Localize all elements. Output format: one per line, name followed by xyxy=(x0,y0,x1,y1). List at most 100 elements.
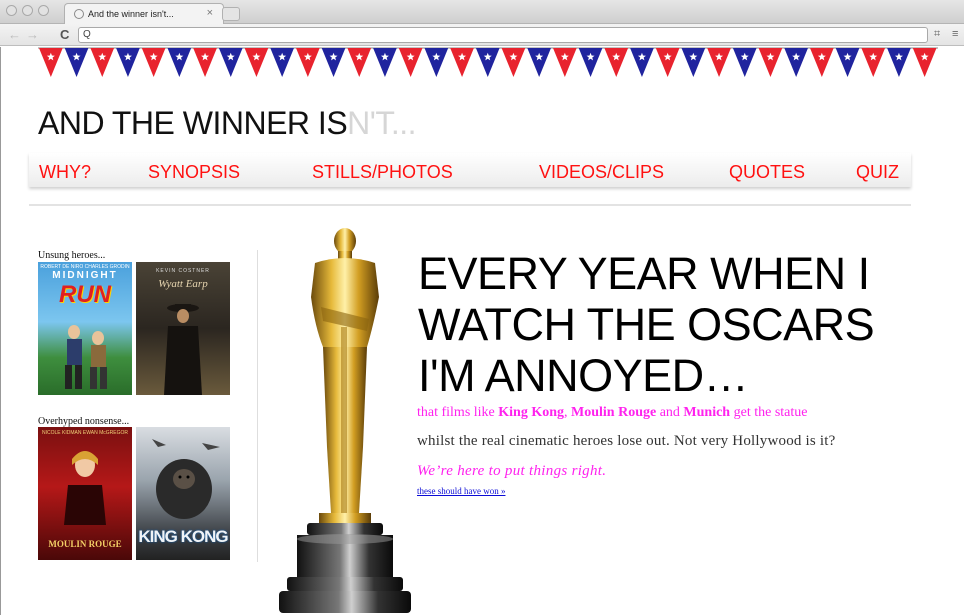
bunting-pennant xyxy=(450,48,474,77)
hero-heading: EVERY YEAR WHEN I WATCH THE OSCARS I'M A… xyxy=(418,248,958,401)
poster-credit: KEVIN COSTNER xyxy=(156,268,210,274)
minimize-window-button[interactable] xyxy=(22,5,33,16)
hero-line-3: I'M ANNOYED… xyxy=(418,350,749,401)
bunting-pennant xyxy=(270,48,294,77)
bunting-pennant xyxy=(141,48,166,77)
bunting-pennant xyxy=(912,48,937,77)
bunting-pennant xyxy=(732,48,757,77)
bunting-pennant xyxy=(218,48,243,77)
oscar-statue-image xyxy=(279,228,411,613)
poster-title: KING KONG xyxy=(138,527,228,546)
bunting-pennant xyxy=(784,48,808,77)
bunting-pennant xyxy=(296,48,320,77)
bunting-pennant xyxy=(810,48,834,77)
bunting-pennant xyxy=(424,48,449,77)
bunting-pennant xyxy=(887,48,911,77)
poster-title-2: RUN xyxy=(59,281,111,308)
bunting-pennant xyxy=(475,48,500,77)
overrated-films-sentence: that films like King Kong, Moulin Rouge … xyxy=(417,405,807,421)
back-icon[interactable]: ← xyxy=(8,27,21,43)
bunting-pennant xyxy=(707,48,731,77)
poster-art xyxy=(152,439,220,519)
address-input[interactable] xyxy=(97,29,917,41)
poster-title: Wyatt Earp xyxy=(158,278,208,290)
main-nav: WHY? SYNOPSIS STILLS/PHOTOS VIDEOS/CLIPS… xyxy=(29,153,911,187)
nav-synopsis[interactable]: SYNOPSIS xyxy=(148,162,240,183)
bunting-pennant xyxy=(39,48,63,77)
bunting-pennant xyxy=(861,48,886,77)
bunting-pennant xyxy=(398,48,423,77)
nav-quiz[interactable]: QUIZ xyxy=(856,162,899,183)
zoom-window-button[interactable] xyxy=(38,5,49,16)
page-favicon-icon xyxy=(74,9,84,19)
browser-titlebar: And the winner isn't... × xyxy=(0,0,964,24)
heroes-lose-sentence: whilst the real cinematic heroes lose ou… xyxy=(417,433,836,449)
sentence-sep-1: , xyxy=(564,405,572,420)
sentence-sep-2: and xyxy=(656,405,684,420)
sentence-prefix: that films like xyxy=(417,405,499,420)
tagline: We’re here to put things right. xyxy=(417,463,607,479)
film-king-kong: King Kong xyxy=(498,405,565,420)
browser-tab[interactable]: And the winner isn't... × xyxy=(64,3,224,24)
bunting-pennant xyxy=(501,48,526,77)
poster-wyatt-earp[interactable]: KEVIN COSTNER Wyatt Earp xyxy=(136,262,230,395)
search-icon: Q xyxy=(83,29,91,40)
bunting-pennant xyxy=(193,48,217,77)
bunting-pennant xyxy=(604,48,629,77)
page-action-icon[interactable]: ⌗ xyxy=(934,28,940,41)
sentence-suffix: get the statue xyxy=(730,405,808,420)
bunting-pennant xyxy=(116,48,140,77)
divider xyxy=(29,204,911,206)
site-title-faded: N'T... xyxy=(347,105,417,141)
bunting-pennant xyxy=(835,48,860,77)
bunting-pennant xyxy=(630,48,654,77)
vertical-divider xyxy=(257,250,258,562)
site-title: AND THE WINNER ISN'T... xyxy=(38,105,417,142)
poster-figure xyxy=(164,304,202,395)
web-page: AND THE WINNER ISN'T... WHY? SYNOPSIS ST… xyxy=(0,47,964,615)
bunting-pennant xyxy=(321,48,346,77)
nav-stills-photos[interactable]: STILLS/PHOTOS xyxy=(312,162,453,183)
tab-close-icon[interactable]: × xyxy=(207,7,213,19)
film-munich: Munich xyxy=(683,405,731,420)
nav-quotes[interactable]: QUOTES xyxy=(729,162,805,183)
browser-toolbar: ← → C Q ⌗ ≡ xyxy=(0,24,964,46)
forward-icon[interactable]: → xyxy=(26,27,39,43)
poster-king-kong[interactable]: KING KONG xyxy=(136,427,230,560)
poster-art xyxy=(64,451,106,525)
unsung-heroes-label: Unsung heroes... xyxy=(38,250,106,261)
hero-line-2: WATCH THE OSCARS xyxy=(418,299,875,350)
bunting-pennant xyxy=(167,48,192,77)
bunting-pennant xyxy=(758,48,783,77)
overhyped-label: Overhyped nonsense... xyxy=(38,416,130,427)
bunting-pennant xyxy=(373,48,397,77)
poster-credit: NICOLE KIDMAN EWAN McGREGOR xyxy=(42,430,128,436)
bunting-pennant xyxy=(655,48,680,77)
nav-videos-clips[interactable]: VIDEOS/CLIPS xyxy=(539,162,664,183)
poster-title: MOULIN ROUGE xyxy=(48,539,122,549)
bunting-pennant xyxy=(64,48,89,77)
close-window-button[interactable] xyxy=(6,5,17,16)
should-have-won-link[interactable]: these should have won » xyxy=(417,486,505,496)
bunting-pennant xyxy=(347,48,372,77)
address-bar[interactable]: Q xyxy=(78,27,928,43)
site-title-main: AND THE WINNER IS xyxy=(38,105,348,141)
poster-figures xyxy=(65,325,107,389)
bunting-pennant xyxy=(527,48,551,77)
poster-title: MIDNIGHT xyxy=(52,270,118,281)
bunting-pennant xyxy=(244,48,269,77)
tab-title: And the winner isn't... xyxy=(88,9,174,19)
menu-icon[interactable]: ≡ xyxy=(952,28,958,40)
bunting-pennant xyxy=(681,48,706,77)
film-moulin-rouge: Moulin Rouge xyxy=(571,405,657,420)
nav-why[interactable]: WHY? xyxy=(39,162,91,183)
reload-icon[interactable]: C xyxy=(60,27,69,43)
bunting-pennant xyxy=(553,48,577,77)
new-tab-button[interactable] xyxy=(222,7,240,21)
poster-moulin-rouge[interactable]: NICOLE KIDMAN EWAN McGREGOR MOULIN ROUGE xyxy=(38,427,132,560)
poster-midnight-run[interactable]: ROBERT DE NIRO CHARLES GRODIN MIDNIGHT R… xyxy=(38,262,132,395)
flag-bunting-decoration xyxy=(38,47,938,77)
bunting-pennant xyxy=(578,48,603,77)
bunting-pennant xyxy=(90,48,115,77)
hero-line-1: EVERY YEAR WHEN I xyxy=(418,248,870,299)
